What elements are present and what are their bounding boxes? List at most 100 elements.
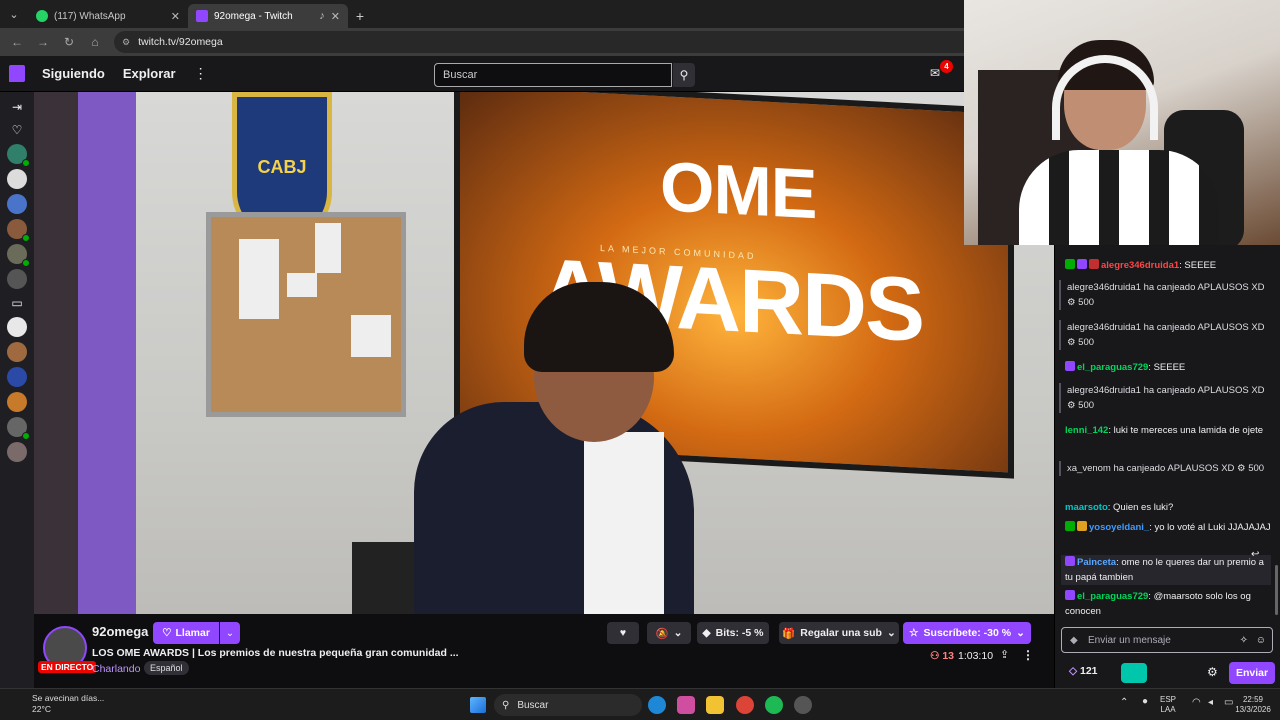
- chrome-icon[interactable]: [736, 696, 754, 714]
- points-icon: ⚙: [1067, 337, 1076, 348]
- followed-channels-sidebar: ⇥ ♡ ▭: [0, 92, 34, 688]
- app-icon[interactable]: [794, 696, 812, 714]
- chat-panel: alegre346druida1: SEEEE alegre346druida1…: [1054, 245, 1280, 688]
- chevron-down-icon: ⌄: [225, 627, 235, 639]
- channel-avatar[interactable]: [7, 269, 27, 289]
- expand-sidebar-icon[interactable]: ⇥: [8, 98, 26, 116]
- verified-badge-icon: [1065, 521, 1075, 531]
- more-icon[interactable]: ⋮: [194, 65, 208, 82]
- bits-badge-icon: [1077, 521, 1087, 531]
- close-icon[interactable]: ✕: [331, 10, 340, 23]
- close-icon[interactable]: ✕: [171, 10, 180, 23]
- like-button[interactable]: ♥: [607, 622, 639, 644]
- claim-bonus-button[interactable]: [1121, 663, 1147, 683]
- language-tag[interactable]: Español: [144, 661, 189, 675]
- emote-icon[interactable]: ☺: [1256, 635, 1266, 646]
- channel-avatar[interactable]: [7, 342, 27, 362]
- forward-button[interactable]: →: [32, 31, 54, 53]
- channel-avatar[interactable]: [7, 317, 27, 337]
- video-icon[interactable]: ▭: [8, 294, 26, 312]
- viewers-icon: ⚇: [930, 650, 940, 662]
- language-indicator[interactable]: ESP LAA: [1160, 695, 1176, 715]
- redemption-text: alegre346druida1 ha canjeado APLAUSOS XD: [1067, 322, 1265, 333]
- nav-browse[interactable]: Explorar: [123, 66, 176, 81]
- spotify-icon[interactable]: [765, 696, 783, 714]
- chat-username[interactable]: lenni_142: [1065, 425, 1108, 436]
- channel-avatar[interactable]: [7, 244, 30, 267]
- tray-chevron-icon[interactable]: ⌃: [1120, 698, 1128, 708]
- chat-username[interactable]: el_paraguas729: [1077, 591, 1148, 602]
- edge-icon[interactable]: [648, 696, 666, 714]
- tv-title-line1: OME: [660, 147, 817, 234]
- channel-avatar[interactable]: [7, 442, 27, 462]
- follow-dropdown-button[interactable]: ⌄: [220, 622, 240, 644]
- tab-whatsapp[interactable]: (117) WhatsApp ✕: [28, 4, 188, 28]
- more-icon[interactable]: ⋮: [1022, 648, 1034, 662]
- mic-icon[interactable]: ●: [1142, 697, 1148, 707]
- reload-button[interactable]: ↻: [58, 31, 80, 53]
- channel-avatar[interactable]: [7, 367, 27, 387]
- copilot-icon[interactable]: [677, 696, 695, 714]
- sub-badge-icon: [1065, 556, 1075, 566]
- share-icon[interactable]: ⇪: [1000, 648, 1009, 661]
- bits-button[interactable]: ◆ Bits: -5 %: [697, 622, 769, 644]
- chat-username[interactable]: maarsoto: [1065, 502, 1108, 513]
- channel-avatar[interactable]: [7, 194, 27, 214]
- magic-icon[interactable]: ✧: [1240, 635, 1248, 646]
- chat-text: : yo lo voté al Luki JJAJAJAJ: [1149, 522, 1271, 533]
- weather-widget[interactable]: Se avecinan días... 22°C: [12, 693, 104, 715]
- volume-icon[interactable]: ◂: [1208, 698, 1213, 708]
- reply-icon[interactable]: ↩: [1251, 549, 1259, 560]
- cork-board: [206, 212, 406, 417]
- file-explorer-icon[interactable]: [706, 696, 724, 714]
- chat-username[interactable]: alegre346druida1: [1101, 260, 1179, 271]
- shirt: [584, 432, 664, 614]
- audio-icon[interactable]: ♪: [319, 10, 325, 22]
- chat-username[interactable]: el_paraguas729: [1077, 362, 1148, 373]
- tab-search-button[interactable]: ⌄: [0, 0, 28, 28]
- channel-avatar[interactable]: [7, 392, 27, 412]
- chat-username[interactable]: yosoyeldani_: [1089, 522, 1149, 533]
- date: 13/3/2026: [1235, 705, 1271, 714]
- time: 22:59: [1242, 695, 1264, 704]
- taskbar-search[interactable]: ⚲ Buscar: [494, 694, 642, 716]
- channel-avatar[interactable]: [7, 169, 27, 189]
- search-button[interactable]: ⚲: [673, 63, 695, 87]
- notifications-button[interactable]: 🔕 ⌄: [647, 622, 691, 644]
- clock[interactable]: 22:59 13/3/2026: [1228, 695, 1278, 715]
- new-tab-button[interactable]: +: [348, 4, 372, 28]
- url-field[interactable]: ⚙ twitch.tv/92omega: [114, 31, 974, 53]
- wifi-icon[interactable]: ◠: [1192, 698, 1201, 708]
- video-player[interactable]: CABJ OME LA MEJOR COMUNIDAD AWARDS: [34, 92, 1054, 614]
- nav-following[interactable]: Siguiendo: [42, 66, 105, 81]
- channel-name[interactable]: 92omega: [92, 624, 148, 639]
- chat-username[interactable]: Painceta: [1077, 557, 1116, 568]
- x-badge-icon: [1089, 259, 1099, 269]
- channel-avatar[interactable]: [7, 417, 30, 440]
- windows-taskbar: Se avecinan días... 22°C ⚲ Buscar ⌃ ● ESP…: [0, 688, 1280, 720]
- send-button[interactable]: Enviar: [1229, 662, 1275, 684]
- heart-icon[interactable]: ♡: [8, 121, 26, 139]
- chat-footer: ◇ 121 ⚙ Enviar: [1055, 659, 1280, 688]
- gift-sub-button[interactable]: 🎁 Regalar una sub ⌄: [779, 622, 899, 644]
- channel-avatar[interactable]: [7, 144, 30, 167]
- back-button[interactable]: ←: [6, 31, 28, 53]
- chat-settings-icon[interactable]: ⚙: [1207, 665, 1218, 679]
- twitch-logo-icon[interactable]: [0, 56, 34, 92]
- channel-avatar[interactable]: [7, 219, 30, 242]
- home-button[interactable]: ⌂: [84, 31, 106, 53]
- category-link[interactable]: Charlando: [92, 663, 140, 675]
- tab-twitch[interactable]: 92omega - Twitch ♪ ✕: [188, 4, 348, 28]
- gift-label: Regalar una sub: [800, 627, 882, 639]
- chat-input[interactable]: ◆ Enviar un mensaje ✧ ☺: [1061, 627, 1273, 653]
- channel-points[interactable]: ◇ 121: [1069, 665, 1098, 677]
- subscribe-button[interactable]: ☆ Suscríbete: -30 % ⌄: [903, 622, 1031, 644]
- layout-code: LAA: [1160, 705, 1176, 714]
- chat-message: Painceta: ome no le queres dar un premio…: [1061, 555, 1271, 585]
- site-info-icon[interactable]: ⚙: [122, 37, 130, 48]
- search-input[interactable]: Buscar: [434, 63, 672, 87]
- follow-button[interactable]: ♡ Llamar: [153, 622, 219, 644]
- start-icon[interactable]: [470, 697, 486, 713]
- viewer-count: ⚇ 13: [930, 650, 954, 662]
- chat-scrollbar[interactable]: [1275, 565, 1278, 615]
